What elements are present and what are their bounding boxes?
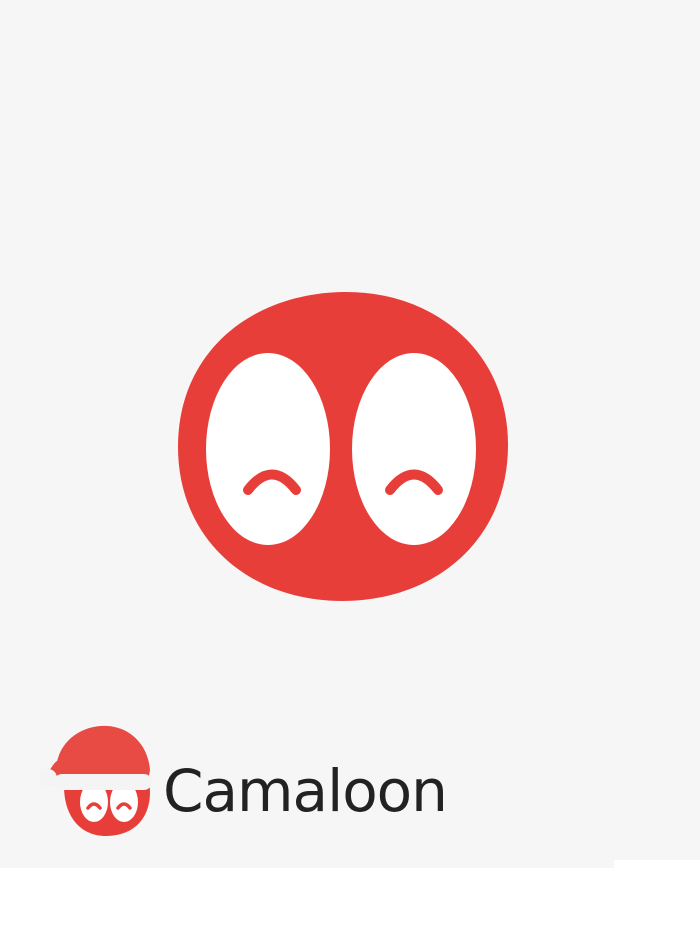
logo-hat [56,725,150,782]
santa-hat-face-icon [39,725,152,836]
brand-logo[interactable]: Camaloon [36,716,476,846]
panel-edge [614,860,700,868]
logo-hat-pompom [39,769,57,787]
page: Camaloon [0,0,700,932]
mascot-left-eye [206,353,330,545]
mascot-right-eye [352,353,476,545]
logo-hat-brim [54,774,152,790]
mascot-face-icon [178,291,508,601]
brand-wordmark: Camaloon [163,757,448,825]
